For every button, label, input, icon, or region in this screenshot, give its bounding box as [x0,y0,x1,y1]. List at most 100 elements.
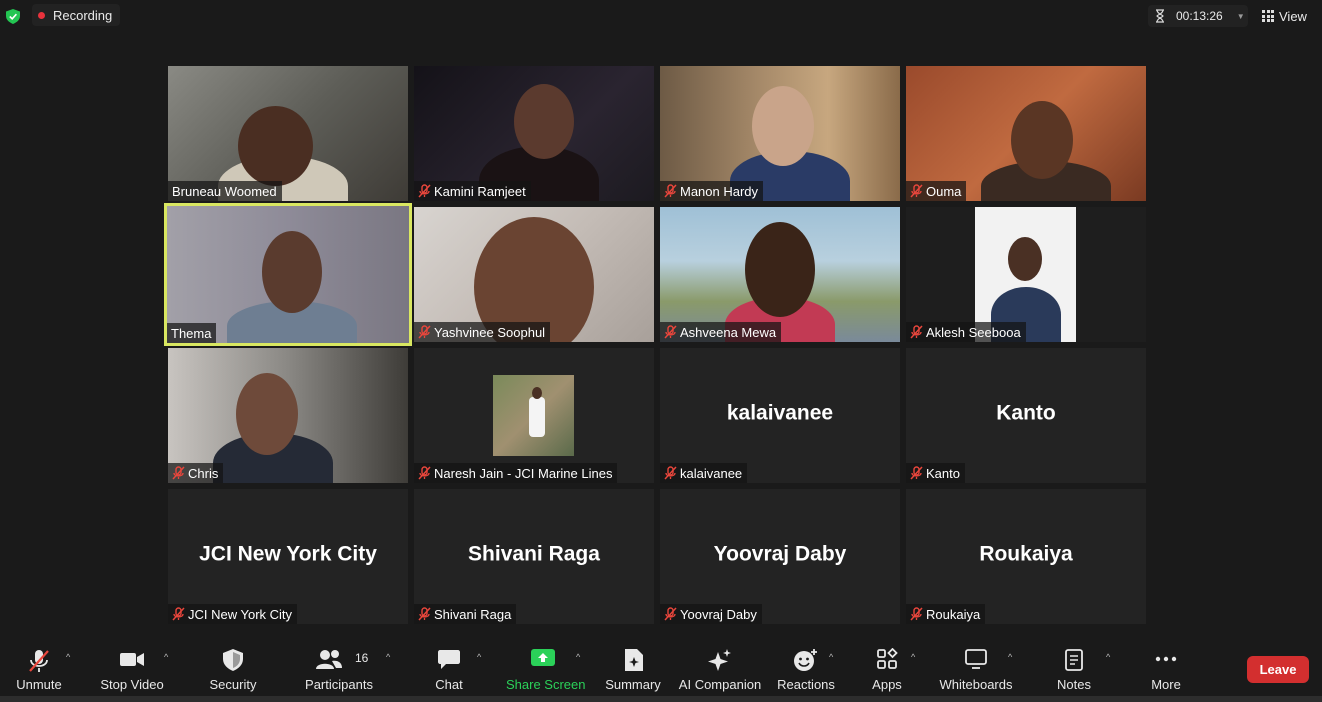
meeting-toolbar: Unmute ^ Stop Video ^ Security Participa… [0,642,1322,702]
participant-tile[interactable]: kalaivanee kalaivanee [660,348,900,483]
muted-mic-icon [664,607,677,621]
timer-value: 00:13:26 [1176,9,1223,23]
participant-name-tag: Aklesh Seebooa [906,322,1026,342]
participant-name-tag: Bruneau Woomed [168,181,282,201]
participants-caret-icon[interactable]: ^ [386,652,390,662]
participant-tile[interactable]: JCI New York City JCI New York City [168,489,408,624]
participant-name: Naresh Jain - JCI Marine Lines [434,465,613,481]
participant-name: Roukaiya [926,606,981,622]
ai-companion-sparkle-icon [708,649,731,671]
audio-options-caret-icon[interactable]: ^ [66,652,70,662]
hourglass-icon [1156,9,1164,23]
participant-name-tag: Kamini Ramjeet [414,181,531,201]
participant-tile[interactable]: Shivani Raga Shivani Raga [414,489,654,624]
participant-name-tag: Thema [167,323,217,343]
participant-name-tag: Chris [168,463,224,483]
participants-label: Participants [305,677,373,692]
apps-icon [877,648,898,669]
participant-name: JCI New York City [188,606,293,622]
recording-indicator[interactable]: Recording [32,4,121,26]
participant-name: Manon Hardy [680,183,759,199]
reactions-caret-icon[interactable]: ^ [829,652,833,662]
share-screen-icon [531,649,555,666]
top-bar: Recording 00:13:26 ▼ View [0,0,1322,32]
leave-button[interactable]: Leave [1247,656,1309,683]
stop-video-button[interactable]: Stop Video [98,642,166,694]
share-screen-caret-icon[interactable]: ^ [576,652,580,662]
participant-name-tag: Yoovraj Daby [660,604,762,624]
security-shield-icon [223,649,243,671]
chat-bubble-icon [438,650,460,669]
unmute-button[interactable]: Unmute [8,642,70,694]
security-button[interactable]: Security [204,642,262,694]
participant-tile[interactable]: Naresh Jain - JCI Marine Lines [414,348,654,483]
participant-tile[interactable]: Yashvinee Soophul [414,207,654,342]
notes-label: Notes [1057,677,1091,692]
chat-caret-icon[interactable]: ^ [477,652,481,662]
participant-tile[interactable]: Bruneau Woomed [168,66,408,201]
muted-mic-icon [172,466,185,480]
more-dots-icon [1155,656,1177,662]
reactions-label: Reactions [777,677,835,692]
share-screen-button[interactable]: Share Screen [506,642,586,694]
muted-mic-icon [910,325,923,339]
muted-mic-icon [664,466,677,480]
apps-label: Apps [872,677,902,692]
participant-tile[interactable]: Ashveena Mewa [660,207,900,342]
timer-dropdown-icon[interactable]: ▼ [1237,12,1245,21]
participant-name: Kanto [926,465,960,481]
whiteboards-button[interactable]: Whiteboards [938,642,1014,694]
participant-tile[interactable]: Kanto Kanto [906,348,1146,483]
ai-companion-button[interactable]: AI Companion [678,642,762,694]
whiteboards-label: Whiteboards [939,677,1013,692]
whiteboards-caret-icon[interactable]: ^ [1008,652,1012,662]
more-button[interactable]: More [1144,642,1188,694]
participant-tile[interactable]: Yoovraj Daby Yoovraj Daby [660,489,900,624]
recording-label: Recording [53,7,113,23]
video-feed-face [262,231,322,313]
participant-name: Kamini Ramjeet [434,183,526,199]
participant-tile[interactable]: Aklesh Seebooa [906,207,1146,342]
mic-muted-icon [29,650,49,672]
participants-button[interactable]: Participants [302,642,376,694]
video-feed-face [1011,101,1073,179]
participant-name: Aklesh Seebooa [926,324,1021,340]
apps-button[interactable]: Apps [866,642,908,694]
video-options-caret-icon[interactable]: ^ [164,652,168,662]
video-feed-face [752,86,814,166]
meeting-timer[interactable]: 00:13:26 ▼ [1148,5,1248,27]
participant-tile[interactable]: Roukaiya Roukaiya [906,489,1146,624]
apps-caret-icon[interactable]: ^ [911,652,915,662]
notes-button[interactable]: Notes [1052,642,1096,694]
view-label: View [1279,8,1307,24]
participant-tile[interactable]: Ouma [906,66,1146,201]
participants-icon [315,650,342,669]
encryption-shield-icon[interactable] [6,9,20,24]
participant-tile[interactable]: Manon Hardy [660,66,900,201]
notes-caret-icon[interactable]: ^ [1106,652,1110,662]
summary-button[interactable]: Summary [604,642,662,694]
video-feed-face [238,106,313,186]
participant-tile[interactable]: Kamini Ramjeet [414,66,654,201]
participant-name: Ouma [926,183,962,199]
video-feed-face [514,84,574,159]
chat-button[interactable]: Chat [428,642,470,694]
participant-name: Ashveena Mewa [680,324,777,340]
participant-tile[interactable]: Chris [168,348,408,483]
video-feed-face [745,222,815,317]
view-button[interactable]: View [1256,5,1314,27]
participant-name: Thema [171,325,212,341]
muted-mic-icon [910,184,923,198]
participant-name-tag: Shivani Raga [414,604,517,624]
reactions-button[interactable]: Reactions [776,642,836,694]
muted-mic-icon [418,607,431,621]
participant-name-tag: Naresh Jain - JCI Marine Lines [414,463,618,483]
participant-name: Shivani Raga [434,606,512,622]
muted-mic-icon [418,325,431,339]
participant-tile-active-speaker[interactable]: Thema [164,203,412,346]
participant-name: Yoovraj Daby [680,606,757,622]
ai-companion-label: AI Companion [678,677,762,692]
whiteboard-icon [965,649,987,669]
participant-name-tag: Roukaiya [906,604,986,624]
participant-name-tag: Manon Hardy [660,181,764,201]
